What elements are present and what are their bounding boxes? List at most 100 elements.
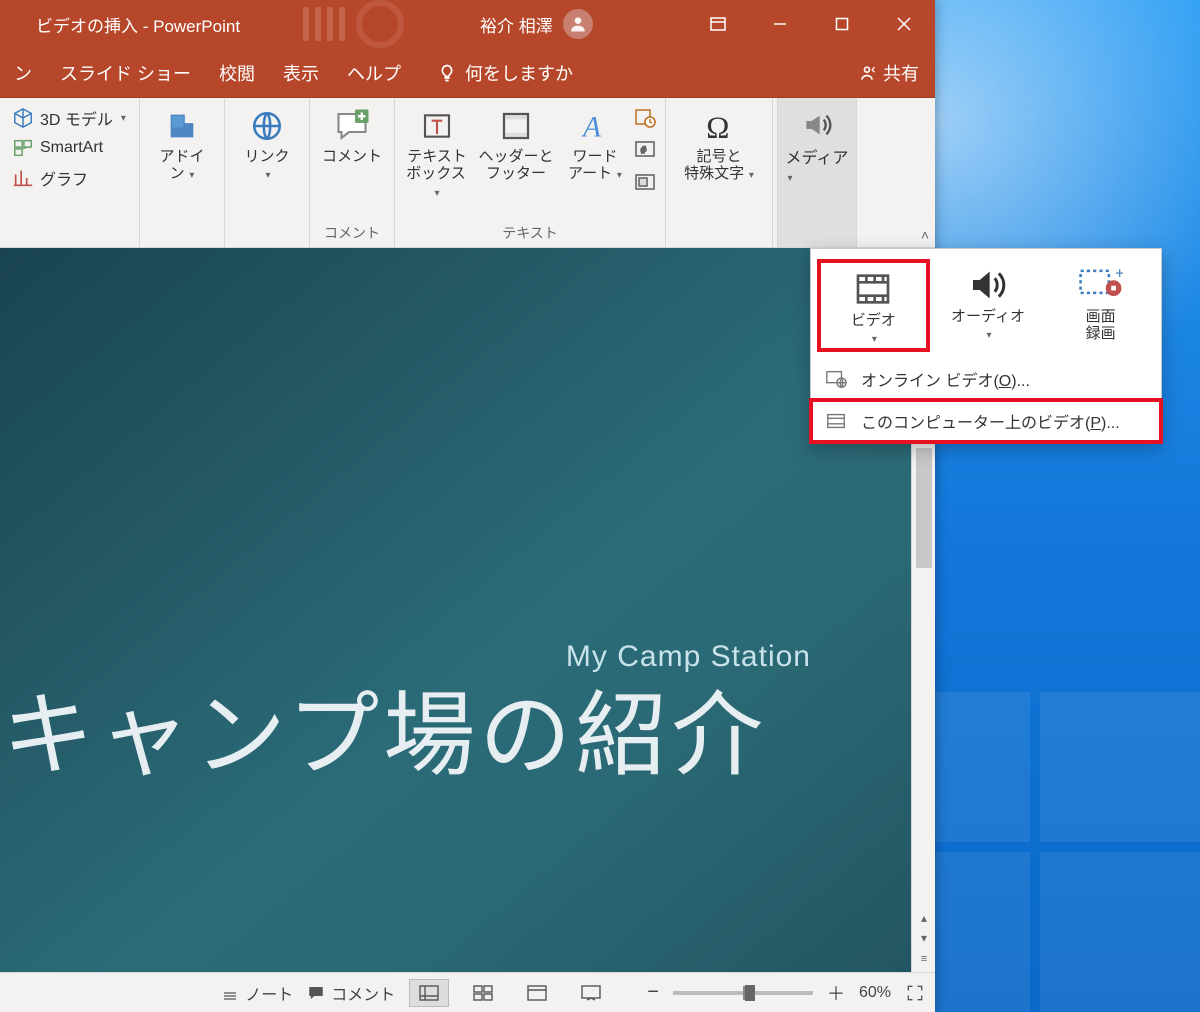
ribbon-tabs: ン スライド ショー 校閲 表示 ヘルプ 何をしますか 共有 [0, 48, 935, 98]
svg-text:#: # [641, 145, 646, 155]
chevron-down-icon: ▾ [121, 113, 126, 124]
slide-canvas[interactable]: My Camp Station キャンプ場の紹介 [0, 248, 911, 972]
chevron-down-icon: ▾ [187, 170, 195, 181]
sorter-view-icon [473, 985, 493, 1001]
textbox-icon [421, 110, 453, 142]
ribbon-tab-view[interactable]: 表示 [269, 48, 333, 97]
chart-button[interactable]: グラフ [8, 164, 92, 192]
group-label-text: テキスト [395, 220, 665, 247]
header-footer-icon [500, 110, 532, 142]
scrollbar-thumb[interactable] [916, 448, 932, 568]
group-label-comments: コメント [310, 220, 394, 247]
zoom-out-button[interactable]: − [647, 981, 659, 1004]
slideshow-view-button[interactable] [571, 979, 611, 1007]
account-button[interactable]: 裕介 相澤 [480, 9, 593, 39]
comment-bubble-icon [307, 984, 325, 1002]
audio-speaker-icon [968, 265, 1008, 305]
ribbon-tab-slideshow[interactable]: スライド ショー [46, 48, 205, 97]
header-footer-button[interactable]: ヘッダーと フッター [471, 104, 561, 183]
title-bar: ビデオの挿入 - PowerPoint 裕介 相澤 [0, 0, 935, 48]
user-avatar-icon [563, 9, 593, 39]
object-button[interactable] [633, 168, 657, 196]
slide-sorter-view-button[interactable] [463, 979, 503, 1007]
fit-icon [905, 983, 925, 1003]
online-video-menu-item[interactable]: オンライン ビデオ(O)... [811, 358, 1161, 400]
slide-number-button[interactable]: # [633, 136, 657, 164]
addins-button[interactable]: アドイ ン ▾ [148, 104, 216, 183]
collapse-ribbon-button[interactable]: ˄ [921, 227, 929, 243]
symbols-button[interactable]: Ω 記号と 特殊文字 ▾ [674, 104, 764, 183]
chevron-down-icon: ▾ [746, 170, 754, 181]
ribbon-tab-partial[interactable]: ン [0, 48, 46, 97]
scroll-menu-button[interactable]: ≡ [912, 950, 935, 968]
omega-icon: Ω [702, 109, 736, 143]
ribbon-group-symbols: Ω 記号と 特殊文字 ▾ [666, 98, 773, 247]
tell-me-search[interactable]: 何をしますか [423, 48, 587, 97]
chevron-down-icon: ▾ [788, 173, 793, 184]
notes-button[interactable]: ノート [221, 981, 293, 1005]
audio-dropdown-button[interactable]: オーディオ▾ [936, 261, 1041, 350]
reading-view-icon [527, 985, 547, 1001]
zoom-slider-thumb[interactable] [745, 985, 755, 1001]
textbox-button[interactable]: テキスト ボックス ▾ [403, 104, 471, 200]
normal-view-button[interactable] [409, 979, 449, 1007]
ribbon: 3D モデル▾ SmartArt グラフ [0, 98, 935, 248]
share-icon [857, 63, 877, 83]
online-video-icon [825, 368, 847, 390]
maximize-button[interactable] [811, 0, 873, 48]
link-icon [250, 109, 284, 143]
smartart-button[interactable]: SmartArt [8, 134, 107, 162]
screen-recording-icon: + [1079, 265, 1123, 305]
close-button[interactable] [873, 0, 935, 48]
wordart-button[interactable]: A ワード アート ▾ [561, 104, 629, 183]
share-button[interactable]: 共有 [857, 60, 919, 86]
svg-text:Ω: Ω [706, 109, 729, 143]
date-time-button[interactable] [633, 104, 657, 132]
comments-button[interactable]: コメント [307, 981, 395, 1005]
object-icon [633, 170, 657, 194]
powerpoint-window: ビデオの挿入 - PowerPoint 裕介 相澤 [0, 0, 935, 1012]
ribbon-tab-review[interactable]: 校閲 [205, 48, 269, 97]
speaker-icon [801, 109, 833, 141]
ribbon-tab-help[interactable]: ヘルプ [333, 48, 415, 97]
slide-workspace: My Camp Station キャンプ場の紹介 ▴ ▾ ≡ [0, 248, 935, 972]
chart-icon [12, 167, 34, 189]
status-bar: ノート コメント − ＋ 60% [0, 972, 935, 1012]
chevron-down-icon: ▾ [614, 170, 622, 181]
fit-to-window-button[interactable] [905, 983, 925, 1003]
svg-text:A: A [581, 112, 602, 142]
ribbon-display-options-button[interactable] [687, 0, 749, 48]
video-dropdown-button[interactable]: ビデオ▾ [819, 261, 928, 350]
scroll-up-button[interactable]: ▴ [912, 908, 935, 928]
cube-3d-icon [12, 107, 34, 129]
lightbulb-icon [437, 63, 457, 83]
addin-icon [165, 109, 199, 143]
ribbon-group-links: リンク▾ [225, 98, 310, 247]
video-on-pc-menu-item[interactable]: このコンピューター上のビデオ(P)... [811, 400, 1161, 442]
zoom-in-button[interactable]: ＋ [827, 980, 845, 1006]
scroll-down-button[interactable]: ▾ [912, 928, 935, 948]
zoom-level[interactable]: 60% [859, 984, 891, 1002]
svg-text:+: + [1115, 266, 1123, 283]
chevron-down-icon: ▾ [265, 170, 270, 181]
new-comment-button[interactable]: コメント [318, 104, 386, 165]
minimize-button[interactable] [749, 0, 811, 48]
ribbon-group-comments: コメント コメント [310, 98, 395, 247]
chevron-down-icon: ▾ [434, 188, 439, 199]
3d-models-button[interactable]: 3D モデル▾ [8, 104, 130, 132]
screen-recording-button[interactable]: + 画面 録画 [1048, 261, 1153, 350]
wordart-icon: A [579, 110, 611, 142]
user-name: 裕介 相澤 [480, 12, 553, 37]
normal-view-icon [419, 985, 439, 1001]
zoom-slider[interactable] [673, 991, 813, 995]
chevron-down-icon: ▾ [986, 330, 991, 341]
slide-title: キャンプ場の紹介 [2, 661, 767, 794]
reading-view-button[interactable] [517, 979, 557, 1007]
online-video-label: オンライン ビデオ(O)... [861, 367, 1030, 391]
ribbon-group-text: テキスト ボックス ▾ ヘッダーと フッター A ワード アート ▾ [395, 98, 666, 247]
ribbon-group-addins: アドイ ン ▾ [140, 98, 225, 247]
link-button[interactable]: リンク▾ [233, 104, 301, 183]
slideshow-icon [581, 985, 601, 1001]
window-title: ビデオの挿入 - PowerPoint [36, 12, 240, 37]
media-button[interactable]: メディア▾ [777, 98, 857, 247]
